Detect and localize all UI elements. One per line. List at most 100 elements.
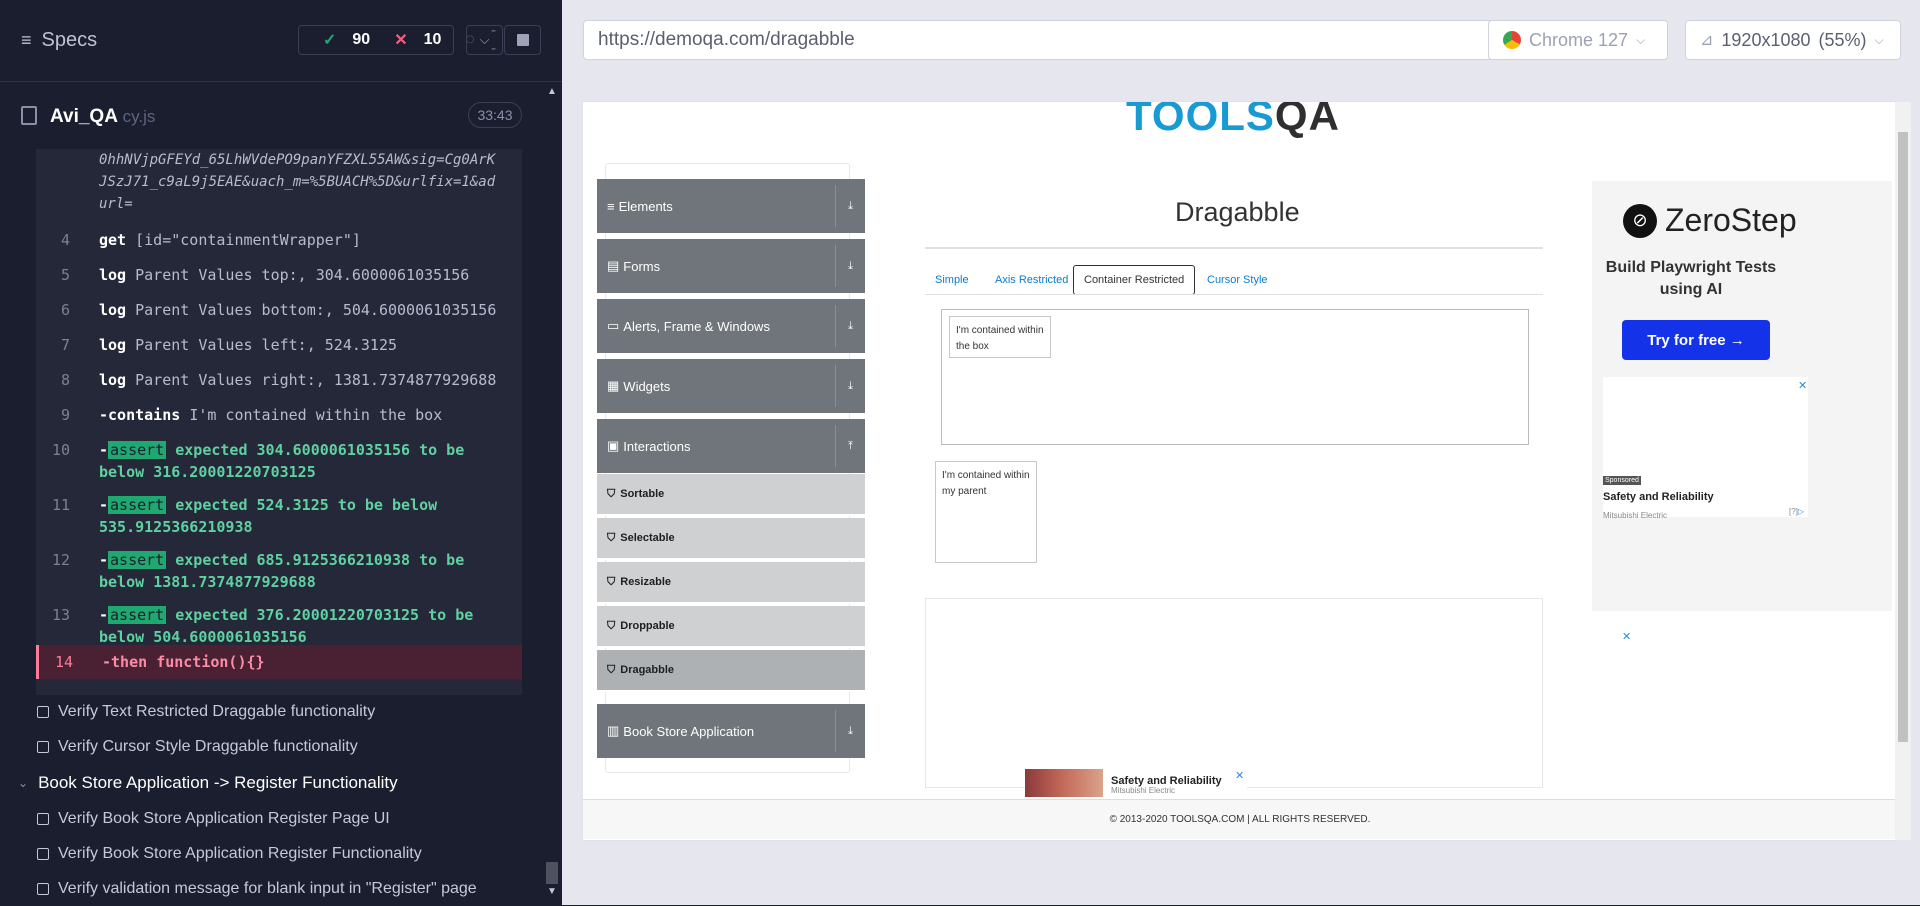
command-row[interactable]: 7 log Parent Values left:, 524.3125 — [36, 334, 522, 356]
viewport-selector[interactable]: ⊿ 1920x1080 (55%) ⌵ — [1685, 20, 1901, 60]
close-icon[interactable]: ✕ — [1622, 630, 1631, 643]
url-bar[interactable]: https://demoqa.com/dragabble — [583, 20, 1494, 60]
ad-frame — [925, 598, 1543, 788]
chevron-down-icon: ⌵ — [1636, 32, 1646, 47]
command-row[interactable]: 8 log Parent Values right:, 1381.73748779… — [36, 369, 522, 391]
assert-row[interactable]: 11- assert expected 524.3125 to be below … — [36, 494, 522, 538]
book-icon: ▥ — [607, 723, 620, 738]
app-scrollbar-thumb[interactable] — [1898, 132, 1908, 742]
specs-list-icon: ≡ — [21, 30, 32, 50]
assert-row[interactable]: 10- assert expected 304.6000061035156 to … — [36, 439, 522, 483]
download-icon: ⤓ — [835, 185, 865, 227]
chevron-down-icon: ⌄ — [18, 776, 29, 790]
test-item[interactable]: Verify validation message for blank inpu… — [0, 872, 540, 906]
nav-item-droppable[interactable]: ⛉ Droppable — [597, 606, 865, 648]
nav-item-selectable[interactable]: ⛉ Selectable — [597, 518, 865, 560]
item-icon: ⛉ — [607, 575, 616, 588]
spec-file-name[interactable]: Avi_QA cy.js — [50, 106, 155, 128]
collapse-icon: ⤒ — [835, 425, 865, 467]
scrollbar-thumb[interactable] — [546, 862, 558, 884]
download-icon: ⤓ — [835, 305, 865, 347]
sponsored-label: Sponsored — [1603, 476, 1641, 485]
assert-row[interactable]: 12- assert expected 685.9125366210938 to … — [36, 549, 522, 593]
try-for-free-button[interactable]: Try for free → — [1622, 320, 1770, 360]
test-status-icon — [37, 741, 49, 753]
ruler-icon: ⊿ — [1700, 32, 1714, 49]
nav-group-elements[interactable]: ≡ Elements ⤓ — [597, 179, 865, 233]
command-row[interactable]: 4 get [id="containmentWrapper"] — [36, 229, 522, 251]
nav-group-forms[interactable]: ▤ Forms ⤓ — [597, 239, 865, 293]
window-icon: ▭ — [607, 318, 620, 333]
item-icon: ⛉ — [607, 619, 616, 632]
nav-group-alerts[interactable]: ▭ Alerts, Frame & Windows ⤓ — [597, 299, 865, 353]
ad-image — [1025, 769, 1103, 797]
test-status-icon — [37, 813, 49, 825]
item-icon: ⛉ — [607, 531, 616, 544]
scroll-up-icon[interactable]: ▲ — [546, 86, 558, 98]
spec-file-bar: Avi_QA cy.js 33:43 — [0, 94, 528, 138]
check-icon: ✓ — [323, 32, 337, 49]
passed-count: ✓ 90 — [323, 31, 371, 49]
active-command-row[interactable]: 14 -then function(){} — [36, 645, 522, 679]
download-icon: ⤓ — [835, 245, 865, 287]
scroll-down-icon[interactable]: ▼ — [546, 886, 558, 898]
nav-group-interactions[interactable]: ▣ Interactions ⤒ — [597, 419, 865, 473]
ad-info[interactable]: [?]▷ — [1789, 507, 1804, 516]
spec-duration: 33:43 — [468, 102, 522, 128]
ad-card[interactable]: ✕ Sponsored Safety and Reliability Mitsu… — [1603, 377, 1808, 520]
command-row[interactable]: 6 log Parent Values bottom:, 504.60000610… — [36, 299, 522, 321]
item-icon: ⛉ — [607, 487, 616, 500]
expand-button[interactable]: ⌵ — [466, 25, 503, 55]
suite-item[interactable]: ⌄ Book Store Application -> Register Func… — [0, 766, 540, 800]
tab-cursor-style[interactable]: Cursor Style — [1197, 265, 1278, 295]
tab-axis-restricted[interactable]: Axis Restricted — [985, 265, 1078, 295]
test-item[interactable]: Verify Cursor Style Draggable functional… — [0, 730, 540, 764]
reporter-scrollbar[interactable]: ▲ ▼ — [542, 82, 562, 905]
close-icon[interactable]: ✕ — [1798, 379, 1807, 392]
assert-row[interactable]: 13- assert expected 376.20001220703125 to… — [36, 604, 522, 648]
chevron-down-icon: ⌵ — [1874, 32, 1884, 47]
test-item[interactable]: Verify Book Store Application Register F… — [0, 837, 540, 871]
command-log: 0hhNVjpGFEYd_65LhWVdePO9panYFZXL55AW&sig… — [36, 149, 522, 695]
draggable-box-in-container[interactable]: I'm contained within the box — [949, 316, 1051, 358]
app-scrollbar[interactable] — [1895, 102, 1911, 840]
cypress-runner-panel: ≡ Specs ✓ 90 ✕ 10 ◌ -- ⌵ Avi_QA cy.js 33:43… — [0, 0, 562, 905]
nav-item-sortable[interactable]: ⛉ Sortable — [597, 474, 865, 516]
tab-simple[interactable]: Simple — [925, 265, 979, 295]
browser-selector[interactable]: Chrome 127 ⌵ — [1488, 20, 1668, 60]
ad-advertiser: Mitsubishi Electric — [1603, 511, 1668, 520]
adchoices-icon: ▷ — [1797, 507, 1805, 516]
specs-toggle[interactable]: ≡ Specs — [21, 29, 97, 52]
item-icon: ⛉ — [607, 663, 616, 676]
test-item[interactable]: Verify Text Restricted Draggable functio… — [0, 695, 540, 729]
ad-title: Safety and Reliability — [1603, 491, 1714, 503]
command-row[interactable]: 5 log Parent Values top:, 304.60000610351… — [36, 264, 522, 286]
title-divider — [925, 247, 1543, 249]
nav-item-resizable[interactable]: ⛉ Resizable — [597, 562, 865, 604]
runner-header: ≡ Specs ✓ 90 ✕ 10 ◌ -- ⌵ — [0, 0, 562, 82]
stop-button[interactable] — [504, 25, 541, 55]
nav-item-dragabble[interactable]: ⛉ Dragabble — [597, 650, 865, 692]
download-icon: ⤓ — [835, 710, 865, 752]
draggable-within-parent[interactable]: I'm contained within my parent — [935, 461, 1037, 563]
bottom-ad[interactable]: Safety and Reliability Mitsubishi Electr… — [1025, 769, 1247, 797]
tabs-divider — [925, 294, 1543, 295]
failed-count: ✕ 10 — [394, 31, 442, 49]
close-icon[interactable]: ✕ — [1235, 769, 1244, 782]
x-icon: ✕ — [394, 32, 408, 49]
test-status-icon — [37, 706, 49, 718]
nav-group-book-store[interactable]: ▥ Book Store Application ⤓ — [597, 704, 865, 758]
chrome-icon — [1503, 31, 1521, 49]
command-row[interactable]: 9 -contains I'm contained within the box — [36, 404, 522, 426]
test-stats: ✓ 90 ✕ 10 ◌ -- — [298, 22, 496, 57]
download-icon: ⤓ — [835, 365, 865, 407]
test-item[interactable]: Verify Book Store Application Register P… — [0, 802, 540, 836]
form-icon: ▤ — [607, 258, 620, 273]
app-iframe: TOOLSQA ≡ Elements ⤓ ▤ Forms ⤓ ▭ Alerts, Fram… — [582, 101, 1896, 841]
nav-group-widgets[interactable]: ▦ Widgets ⤓ — [597, 359, 865, 413]
specs-title: Specs — [41, 29, 98, 51]
toolsqa-logo[interactable]: TOOLSQA — [1126, 102, 1340, 140]
url-text: 0hhNVjpGFEYd_65LhWVdePO9panYFZXL55AW&sig… — [99, 152, 496, 212]
ad-text: Sponsored Safety and Reliability Mitsubi… — [1603, 469, 1714, 523]
tab-container-restricted[interactable]: Container Restricted — [1073, 265, 1196, 295]
